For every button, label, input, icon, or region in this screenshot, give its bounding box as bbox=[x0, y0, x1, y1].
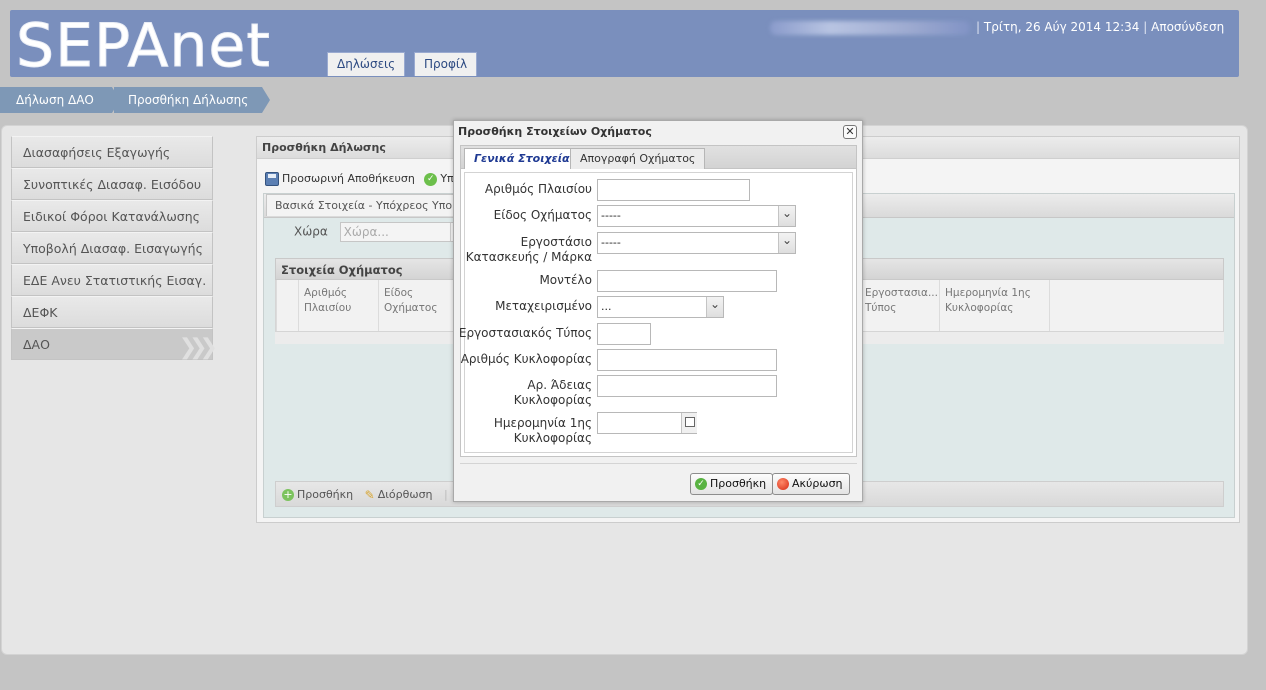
grid-col-firstreg-l2: Κυκλοφορίας bbox=[945, 302, 1014, 314]
license-label-l1: Αρ. Άδειας bbox=[527, 378, 592, 392]
calendar-icon[interactable] bbox=[681, 413, 697, 433]
grid-col-chassis-l1: Αριθμός bbox=[304, 287, 348, 299]
chassis-input[interactable] bbox=[597, 179, 750, 201]
header-datetime: Τρίτη, 26 Αύγ 2014 12:34 bbox=[983, 20, 1140, 34]
sidebar: Διασαφήσεις Εξαγωγής Συνοπτικές Διασαφ. … bbox=[11, 136, 218, 360]
manufacturer-label-l2: Κατασκευής / Μάρκα bbox=[465, 250, 592, 264]
grid-col-type[interactable]: Είδος Οχήματος bbox=[378, 280, 458, 331]
grid-col-factory-l2: Τύπος bbox=[865, 302, 897, 314]
blurred-username bbox=[770, 20, 970, 35]
grid-col-factory-type[interactable]: Εργοστασια... Τύπος bbox=[859, 280, 939, 331]
row-chassis: Αριθμός Πλαισίου bbox=[465, 177, 854, 201]
grid-col-type-l2: Οχήματος bbox=[384, 302, 438, 314]
vehicle-type-select[interactable]: ----- bbox=[597, 205, 796, 227]
app-header: SEPAnet Δηλώσεις Προφίλ | Τρίτη, 26 Αύγ … bbox=[10, 10, 1239, 77]
manufacturer-label: Εργοστάσιο Κατασκευής / Μάρκα bbox=[466, 235, 592, 265]
row-model: Μοντέλο bbox=[465, 267, 854, 292]
grid-col-rownum bbox=[276, 280, 298, 331]
grid-col-chassis-l2: Πλαισίου bbox=[304, 302, 352, 314]
grid-col-chassis[interactable]: Αριθμός Πλαισίου bbox=[298, 280, 378, 331]
temp-save-button[interactable]: Προσωρινή Αποθήκευση bbox=[265, 167, 415, 191]
first-reg-label-l1: Ημερομηνία 1ης bbox=[493, 416, 592, 430]
row-vehicle-type: Είδος Οχήματος ----- bbox=[465, 203, 854, 227]
license-label: Αρ. Άδειας Κυκλοφορίας bbox=[514, 378, 592, 408]
breadcrumb-add-declaration[interactable]: Προσθήκη Δήλωσης bbox=[114, 87, 270, 113]
sidebar-item-import[interactable]: Υποβολή Διασαφ. Εισαγωγής bbox=[11, 232, 213, 264]
dialog-form-inner: Αριθμός Πλαισίου Είδος Οχήματος ----- Ερ… bbox=[459, 172, 854, 453]
grid-col-firstreg-l1: Ημερομηνία 1ης bbox=[945, 287, 1031, 299]
sidebar-item-dao[interactable]: ΔΑΟ ❯❯❯ bbox=[11, 328, 218, 360]
row-used: Μεταχειρισμένο ... bbox=[465, 294, 854, 318]
dialog-cancel-button[interactable]: Ακύρωση bbox=[772, 473, 850, 495]
manufacturer-select[interactable]: ----- bbox=[597, 232, 796, 254]
breadcrumb-dao[interactable]: Δήλωση ΔΑΟ bbox=[0, 87, 120, 113]
content-toolbar: Προσωρινή Αποθήκευση ✓ Υπο bbox=[265, 167, 466, 191]
header-user-area: | Τρίτη, 26 Αύγ 2014 12:34 | Αποσύνδεση bbox=[770, 20, 1224, 40]
row-reg-number: Αριθμός Κυκλοφορίας bbox=[461, 346, 854, 371]
manufacturer-label-l1: Εργοστάσιο bbox=[520, 235, 592, 249]
first-reg-label: Ημερομηνία 1ης Κυκλοφορίας bbox=[494, 416, 592, 446]
grid-edit-label: Διόρθωση bbox=[377, 488, 433, 501]
logout-link[interactable]: Αποσύνδεση bbox=[1151, 20, 1224, 34]
sidebar-item-export[interactable]: Διασαφήσεις Εξαγωγής bbox=[11, 136, 213, 168]
row-factory-type: Εργοστασιακός Τύπος bbox=[459, 320, 854, 345]
first-reg-date-input[interactable] bbox=[597, 412, 697, 434]
sidebar-item-entry-summary[interactable]: Συνοπτικές Διασαφ. Εισόδου bbox=[11, 168, 213, 200]
row-first-reg: Ημερομηνία 1ης Κυκλοφορίας bbox=[465, 410, 854, 446]
first-reg-label-l2: Κυκλοφορίας bbox=[513, 431, 592, 445]
grid-add-button[interactable]: + Προσθήκη bbox=[282, 482, 353, 508]
grid-col-type-l1: Είδος bbox=[384, 287, 414, 299]
dialog-add-button[interactable]: ✓ Προσθήκη bbox=[690, 473, 774, 495]
sepanet-logo[interactable]: SEPAnet bbox=[16, 16, 271, 77]
country-select[interactable]: Χώρα... bbox=[339, 222, 466, 242]
tab-vehicle-inventory[interactable]: Απογραφή Οχήματος bbox=[570, 148, 706, 170]
check-icon: ✓ bbox=[695, 478, 707, 490]
row-license: Αρ. Άδειας Κυκλοφορίας bbox=[465, 372, 854, 408]
grid-edit-button[interactable]: ✎ Διόρθωση bbox=[365, 482, 433, 508]
check-icon: ✓ bbox=[424, 172, 438, 186]
grid-col-factory-l1: Εργοστασια... bbox=[865, 287, 938, 299]
dialog-tabs: Γενικά Στοιχεία Απογραφή Οχήματος bbox=[460, 145, 857, 170]
model-label: Μοντέλο bbox=[539, 273, 592, 287]
tab-declarations[interactable]: Δηλώσεις bbox=[327, 52, 406, 76]
model-input[interactable] bbox=[597, 270, 777, 292]
reg-number-input[interactable] bbox=[597, 349, 777, 371]
tab-profile[interactable]: Προφίλ bbox=[414, 52, 478, 76]
country-row: Χώρα Χώρα... bbox=[294, 222, 466, 242]
pencil-icon: ✎ bbox=[364, 488, 375, 502]
grid-col-first-reg[interactable]: Ημερομηνία 1ης Κυκλοφορίας bbox=[939, 280, 1049, 331]
dialog-cancel-label: Ακύρωση bbox=[792, 477, 843, 490]
tab-general-info[interactable]: Γενικά Στοιχεία bbox=[464, 148, 580, 170]
close-icon[interactable]: ✕ bbox=[843, 125, 857, 139]
sidebar-item-ede[interactable]: ΕΔΕ Ανευ Στατιστικής Εισαγ. bbox=[11, 264, 213, 296]
license-label-l2: Κυκλοφορίας bbox=[513, 393, 592, 407]
chassis-label: Αριθμός Πλαισίου bbox=[484, 182, 592, 196]
grid-col-filler bbox=[1049, 280, 1223, 331]
save-icon bbox=[265, 172, 279, 186]
license-input[interactable] bbox=[597, 375, 777, 397]
row-manufacturer: Εργοστάσιο Κατασκευής / Μάρκα ----- bbox=[465, 229, 854, 265]
toolbar-divider: | bbox=[444, 488, 448, 501]
plus-icon: + bbox=[282, 488, 294, 501]
grid-add-label: Προσθήκη bbox=[297, 488, 354, 501]
dialog-footer: ✓ Προσθήκη Ακύρωση bbox=[460, 463, 857, 497]
sidebar-item-excise[interactable]: Ειδικοί Φόροι Κατανάλωσης bbox=[11, 200, 213, 232]
sidebar-item-label: ΔΑΟ bbox=[23, 337, 50, 352]
used-label: Μεταχειρισμένο bbox=[495, 299, 592, 313]
reg-number-label: Αριθμός Κυκλοφορίας bbox=[460, 352, 592, 366]
dialog-title: Προσθήκη Στοιχείων Οχήματος bbox=[458, 125, 652, 138]
country-label: Χώρα bbox=[294, 224, 328, 239]
vehicle-type-label: Είδος Οχήματος bbox=[493, 208, 592, 222]
cancel-icon bbox=[777, 478, 789, 490]
temp-save-label: Προσωρινή Αποθήκευση bbox=[282, 172, 415, 185]
sidebar-item-defk[interactable]: ΔΕΦΚ bbox=[11, 296, 213, 328]
add-vehicle-dialog: Προσθήκη Στοιχείων Οχήματος ✕ Γενικά Στο… bbox=[453, 120, 863, 502]
used-select[interactable]: ... bbox=[597, 296, 724, 318]
dialog-add-label: Προσθήκη bbox=[710, 477, 767, 490]
factory-type-input[interactable] bbox=[597, 323, 651, 345]
factory-type-label: Εργοστασιακός Τύπος bbox=[458, 326, 592, 340]
dialog-form: Αριθμός Πλαισίου Είδος Οχήματος ----- Ερ… bbox=[459, 169, 857, 457]
chevron-right-icon: ❯❯❯ bbox=[178, 335, 218, 360]
